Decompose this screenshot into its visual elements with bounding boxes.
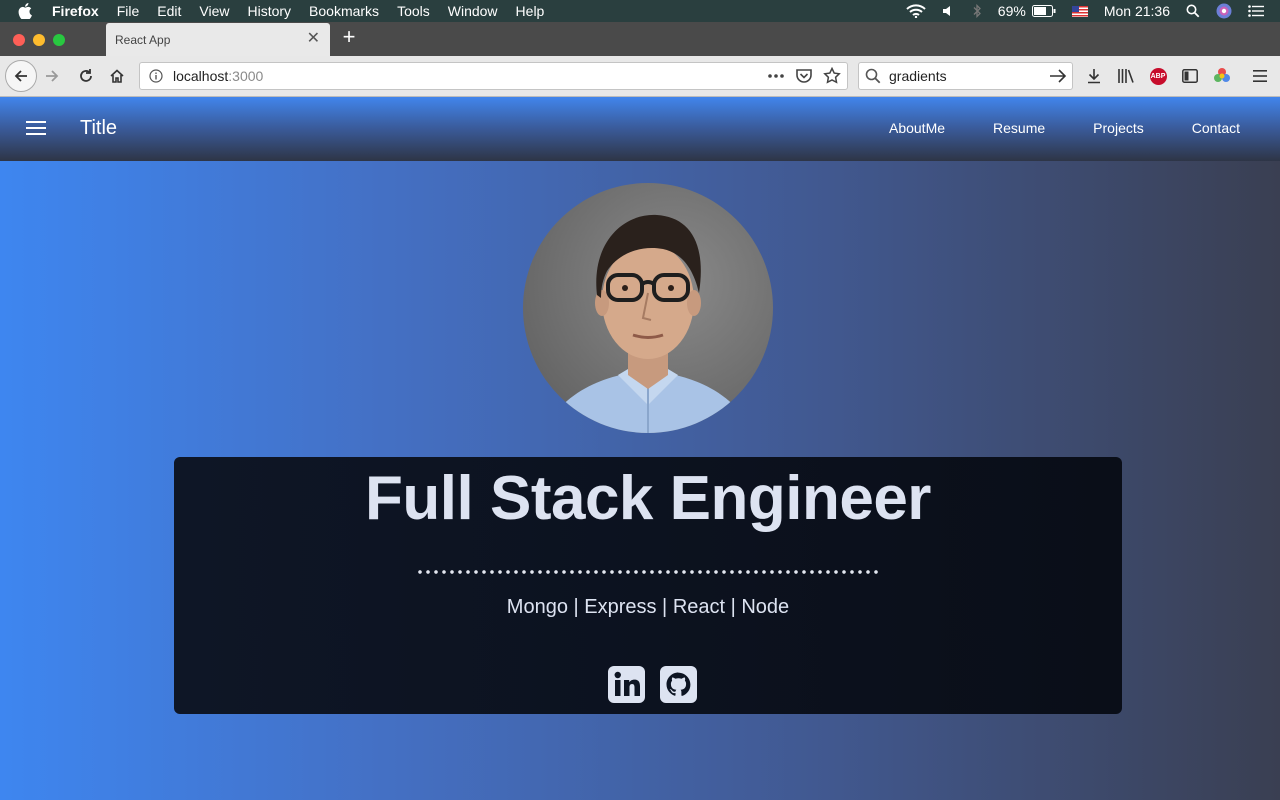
wifi-icon[interactable] bbox=[906, 4, 926, 18]
hamburger-menu-icon[interactable] bbox=[26, 121, 46, 137]
battery-icon[interactable] bbox=[1031, 5, 1056, 17]
dotted-divider bbox=[416, 570, 880, 574]
menu-app-firefox[interactable]: Firefox bbox=[52, 3, 99, 19]
search-icon bbox=[865, 68, 881, 84]
tech-stack-tagline: Mongo | Express | React | Node bbox=[506, 596, 790, 618]
hero-card: Full Stack Engineer Mongo | Express | Re… bbox=[174, 457, 1122, 714]
url-bar-actions bbox=[757, 67, 841, 85]
battery-percent: 69% bbox=[997, 3, 1026, 19]
app-bar: Title AboutMe Resume Projects Contact bbox=[0, 97, 1280, 161]
library-icon[interactable] bbox=[1116, 66, 1136, 86]
url-port: :3000 bbox=[228, 68, 264, 84]
back-button[interactable] bbox=[5, 60, 37, 92]
site-nav: AboutMe Resume Projects Contact bbox=[841, 120, 1240, 136]
menu-edit[interactable]: Edit bbox=[157, 3, 181, 19]
input-source-flag-icon[interactable] bbox=[1071, 5, 1088, 17]
nav-link-projects[interactable]: Projects bbox=[1093, 120, 1144, 136]
browser-tab-strip: React App ✕ + bbox=[0, 22, 1280, 56]
page-actions-menu-icon[interactable] bbox=[767, 73, 785, 79]
nav-link-aboutme[interactable]: AboutMe bbox=[889, 120, 945, 136]
menu-help[interactable]: Help bbox=[516, 3, 545, 19]
volume-icon[interactable] bbox=[942, 4, 956, 18]
menubar-clock[interactable]: Mon 21:36 bbox=[1104, 3, 1170, 19]
hero-headline: Full Stack Engineer bbox=[365, 464, 931, 533]
menu-file[interactable]: File bbox=[117, 3, 140, 19]
menu-history[interactable]: History bbox=[247, 3, 291, 19]
nav-link-contact[interactable]: Contact bbox=[1192, 120, 1240, 136]
bookmark-star-icon[interactable] bbox=[823, 67, 841, 85]
downloads-icon[interactable] bbox=[1084, 66, 1104, 86]
linkedin-icon[interactable] bbox=[608, 666, 645, 703]
menubar-status-area: 69% Mon 21:36 bbox=[906, 0, 1280, 22]
site-title[interactable]: Title bbox=[80, 117, 117, 140]
search-go-arrow-icon[interactable] bbox=[1049, 68, 1067, 84]
browser-tab-active[interactable]: React App ✕ bbox=[106, 23, 330, 56]
tab-close-icon[interactable]: ✕ bbox=[307, 31, 320, 47]
nav-link-resume[interactable]: Resume bbox=[993, 120, 1045, 136]
web-page: Title AboutMe Resume Projects Contact Fu… bbox=[0, 97, 1280, 800]
tab-title: React App bbox=[115, 32, 171, 47]
site-info-icon[interactable] bbox=[149, 69, 163, 83]
forward-button[interactable] bbox=[38, 62, 66, 90]
github-icon[interactable] bbox=[660, 666, 697, 703]
sidebar-toggle-icon[interactable] bbox=[1180, 66, 1200, 86]
pocket-icon[interactable] bbox=[795, 68, 813, 84]
bluetooth-icon[interactable] bbox=[972, 4, 982, 18]
window-zoom-button[interactable] bbox=[53, 34, 65, 46]
window-minimize-button[interactable] bbox=[33, 34, 45, 46]
new-tab-button[interactable]: + bbox=[338, 26, 360, 49]
macos-menu-bar: Firefox File Edit View History Bookmarks… bbox=[0, 0, 1280, 22]
menu-bookmarks[interactable]: Bookmarks bbox=[309, 3, 379, 19]
search-bar[interactable]: gradients bbox=[858, 62, 1073, 90]
open-menu-icon[interactable] bbox=[1250, 66, 1270, 86]
notification-center-icon[interactable] bbox=[1248, 5, 1264, 17]
menu-view[interactable]: View bbox=[199, 3, 229, 19]
color-picker-extension-icon[interactable] bbox=[1212, 66, 1232, 86]
search-input[interactable]: gradients bbox=[889, 68, 947, 84]
window-close-button[interactable] bbox=[13, 34, 25, 46]
apple-icon[interactable] bbox=[18, 3, 38, 19]
adblock-plus-icon[interactable]: ABP bbox=[1148, 66, 1168, 86]
url-host: localhost bbox=[173, 68, 229, 84]
home-button[interactable] bbox=[103, 62, 131, 90]
menu-tools[interactable]: Tools bbox=[397, 3, 430, 19]
reload-button[interactable] bbox=[72, 62, 100, 90]
siri-icon[interactable] bbox=[1216, 3, 1232, 19]
menu-window[interactable]: Window bbox=[448, 3, 498, 19]
social-links bbox=[608, 666, 712, 703]
profile-avatar bbox=[523, 183, 773, 433]
url-bar[interactable]: localhost :3000 bbox=[139, 62, 848, 90]
browser-toolbar: localhost :3000 gradients ABP bbox=[0, 56, 1280, 97]
spotlight-search-icon[interactable] bbox=[1186, 4, 1200, 18]
